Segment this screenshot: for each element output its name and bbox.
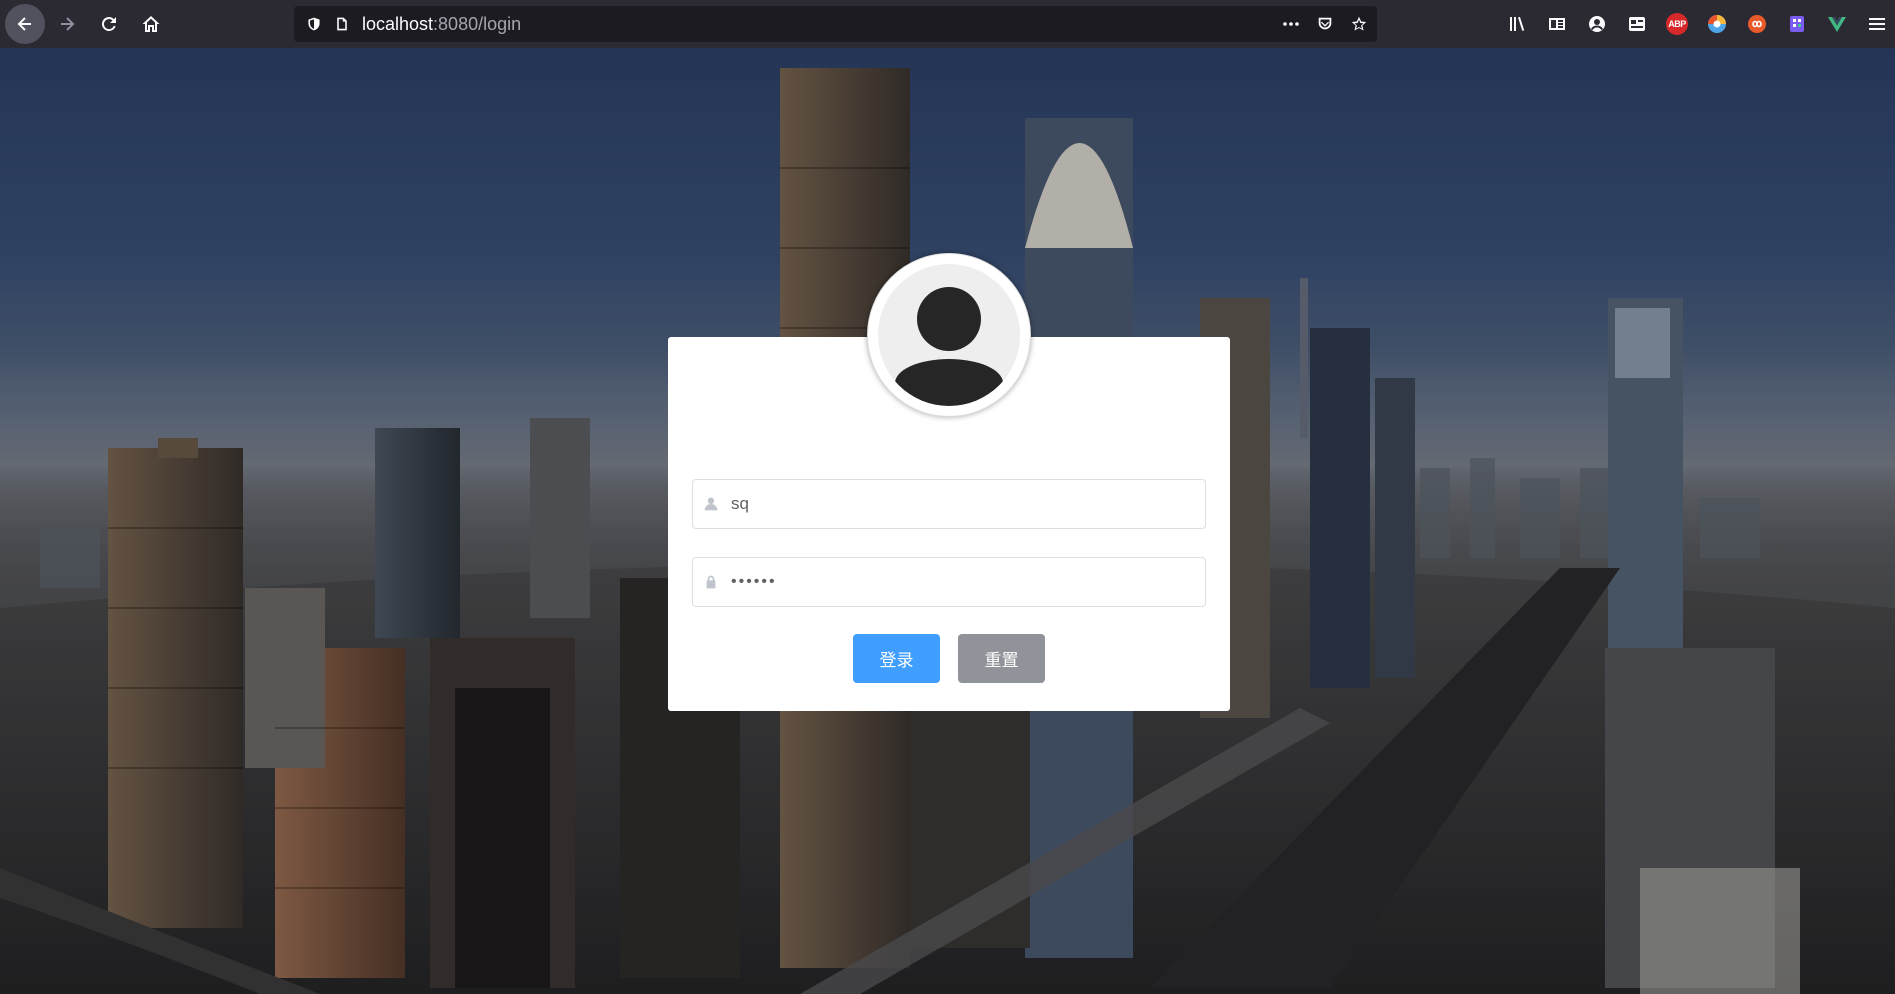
star-icon[interactable] [1349,14,1369,34]
username-value[interactable]: sq [731,494,749,514]
home-button[interactable] [131,4,171,44]
adblock-plus-icon[interactable]: ABP [1665,12,1689,36]
reload-button[interactable] [89,4,129,44]
abp-label: ABP [1666,13,1688,35]
back-button[interactable] [5,4,45,44]
password-field[interactable]: •••••• [692,557,1206,607]
menu-icon[interactable] [1865,12,1889,36]
forward-button[interactable] [47,4,87,44]
vue-devtools-icon[interactable] [1825,12,1849,36]
url-bar[interactable]: localhost:8080/login [294,6,1377,42]
password-value[interactable]: •••••• [731,573,777,591]
avatar-image [878,264,1020,406]
lock-icon [701,572,721,592]
url-host: localhost [362,13,434,34]
more-actions-icon[interactable] [1281,14,1301,34]
reader-view-icon[interactable] [1545,12,1569,36]
username-field[interactable]: sq [692,479,1206,529]
shield-icon[interactable] [304,14,324,34]
arrow-right-icon [61,17,75,31]
infinity-icon[interactable] [1745,12,1769,36]
user-icon [701,494,721,514]
pocket-icon[interactable] [1315,14,1335,34]
url-path: :8080/login [433,13,522,34]
color-picker-icon[interactable] [1705,12,1729,36]
user-avatar-icon [895,287,1003,406]
browser-toolbar: localhost:8080/login ABP [0,0,1895,48]
reset-button[interactable]: 重置 [958,634,1045,683]
container-icon[interactable] [1625,12,1649,36]
extension-icon[interactable] [1785,12,1809,36]
extensions-bar: ABP [1505,8,1889,40]
home-icon [142,16,160,32]
login-button[interactable]: 登录 [853,634,940,683]
account-icon[interactable] [1585,12,1609,36]
page-icon [332,14,352,34]
reload-icon [101,16,116,31]
avatar [867,253,1031,417]
library-icon[interactable] [1505,12,1529,36]
arrow-left-icon [17,17,31,31]
